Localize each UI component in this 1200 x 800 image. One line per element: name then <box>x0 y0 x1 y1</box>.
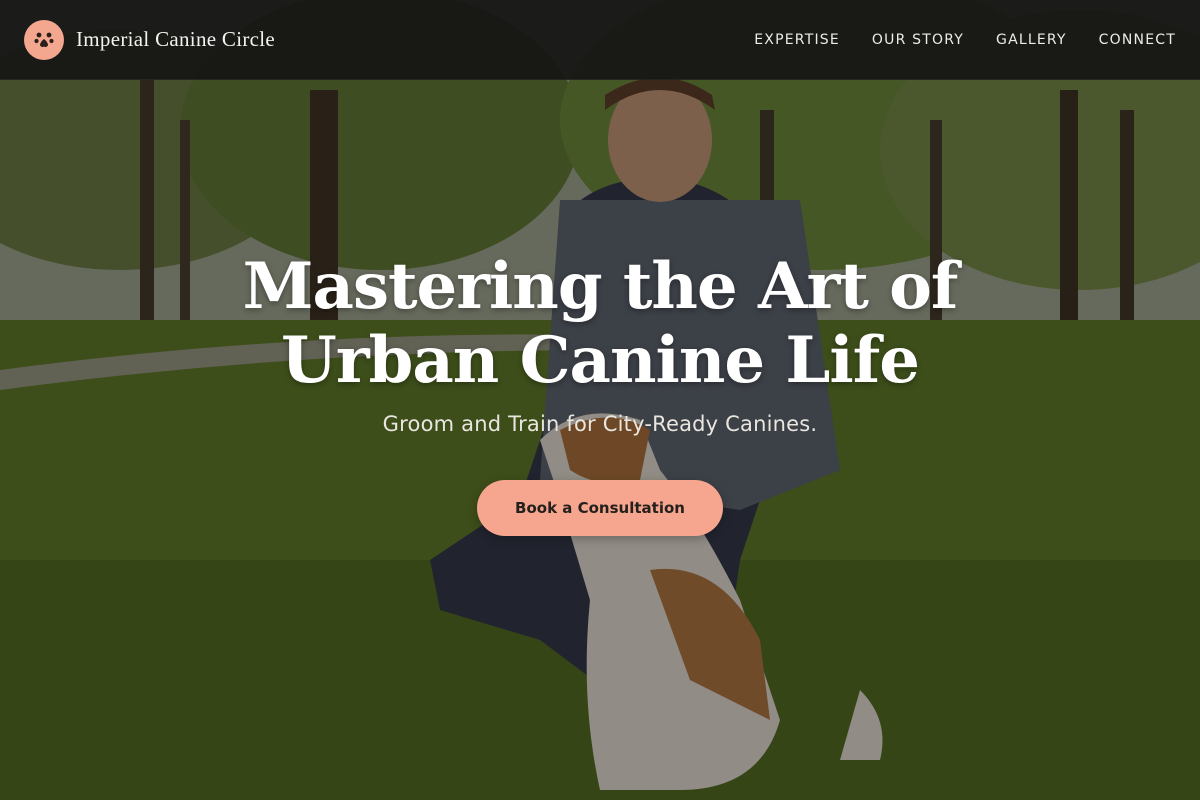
site-header: Imperial Canine Circle EXPERTISE OUR STO… <box>0 0 1200 80</box>
nav-link-our-story[interactable]: OUR STORY <box>872 32 964 48</box>
nav-link-connect[interactable]: CONNECT <box>1099 32 1176 48</box>
brand[interactable]: Imperial Canine Circle <box>24 19 276 60</box>
hero-content: Mastering the Art of Urban Canine Life G… <box>0 250 1200 536</box>
hero-title-line-1: Mastering the Art of <box>242 249 959 324</box>
brand-name: Imperial Canine Circle <box>76 27 276 51</box>
book-consultation-button[interactable]: Book a Consultation <box>477 480 723 536</box>
nav-link-expertise[interactable]: EXPERTISE <box>754 32 840 48</box>
hero-title-line-2: Urban Canine Life <box>281 323 920 398</box>
hero-section: Mastering the Art of Urban Canine Life G… <box>0 0 1200 800</box>
paw-icon <box>24 19 64 60</box>
nav-link-gallery[interactable]: GALLERY <box>996 32 1067 48</box>
hero-title: Mastering the Art of Urban Canine Life <box>0 250 1200 398</box>
main-nav: EXPERTISE OUR STORY GALLERY CONNECT <box>754 32 1176 48</box>
hero-subtitle: Groom and Train for City-Ready Canines. <box>382 412 818 436</box>
